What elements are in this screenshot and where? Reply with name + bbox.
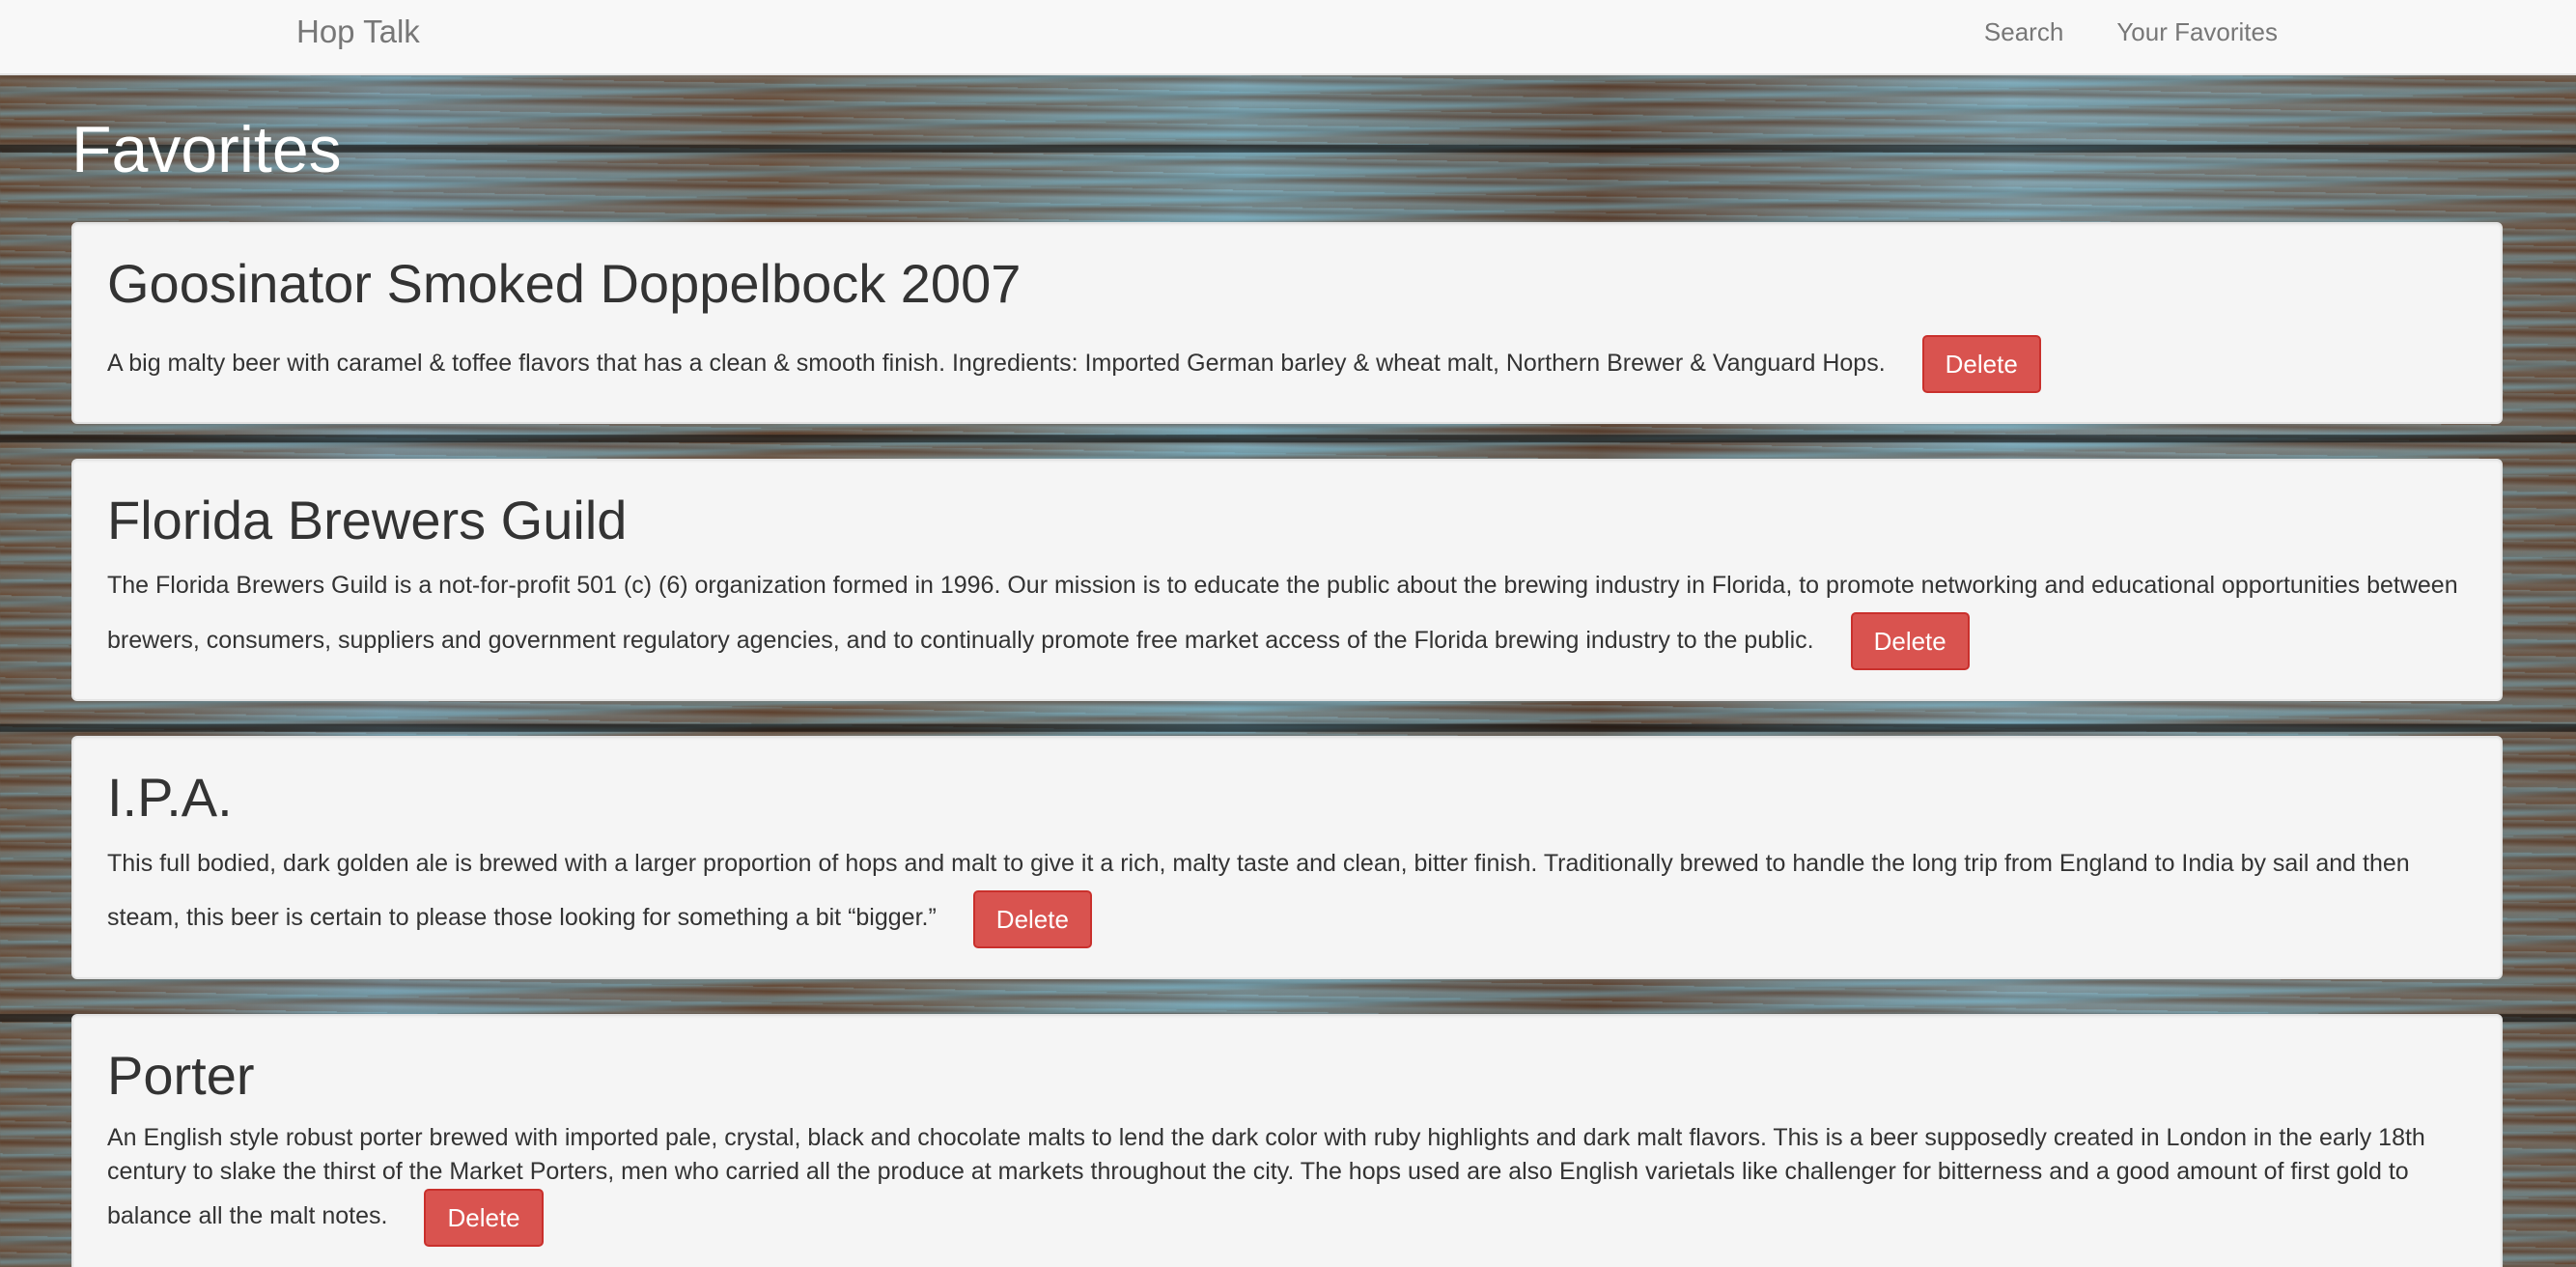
favorite-card: Porter An English style robust porter br…: [71, 1013, 2503, 1267]
nav-links: Search Your Favorites: [1984, 17, 2278, 47]
beer-description: A big malty beer with caramel & toffee f…: [107, 335, 2468, 394]
brand-link[interactable]: Hop Talk: [296, 14, 420, 50]
description-text: The Florida Brewers Guild is a not-for-p…: [107, 572, 2458, 654]
page-title: Favorites: [71, 113, 342, 186]
description-text: This full bodied, dark golden ale is bre…: [107, 849, 2410, 932]
navbar: Hop Talk Search Your Favorites: [0, 0, 2576, 75]
description-text: A big malty beer with caramel & toffee f…: [107, 349, 1886, 377]
favorites-list: Goosinator Smoked Doppelbock 2007 A big …: [71, 222, 2503, 1267]
nav-search-link[interactable]: Search: [1984, 17, 2063, 47]
delete-button[interactable]: Delete: [972, 889, 1092, 948]
beer-name: Goosinator Smoked Doppelbock 2007: [107, 253, 1022, 314]
favorite-card: I.P.A. This full bodied, dark golden ale…: [71, 736, 2503, 979]
beer-name: I.P.A.: [107, 767, 233, 829]
delete-button[interactable]: Delete: [1921, 335, 2041, 394]
delete-button[interactable]: Delete: [424, 1188, 544, 1247]
beer-name: Porter: [107, 1044, 255, 1106]
nav-favorites-link[interactable]: Your Favorites: [2116, 17, 2278, 47]
beer-description: An English style robust porter brewed wi…: [107, 1121, 2468, 1247]
favorite-card: Florida Brewers Guild The Florida Brewer…: [71, 459, 2503, 702]
favorite-card: Goosinator Smoked Doppelbock 2007 A big …: [71, 222, 2503, 425]
beer-description: This full bodied, dark golden ale is bre…: [107, 836, 2468, 948]
beer-name: Florida Brewers Guild: [107, 490, 628, 551]
beer-description: The Florida Brewers Guild is a not-for-p…: [107, 558, 2468, 671]
delete-button[interactable]: Delete: [1850, 612, 1970, 671]
